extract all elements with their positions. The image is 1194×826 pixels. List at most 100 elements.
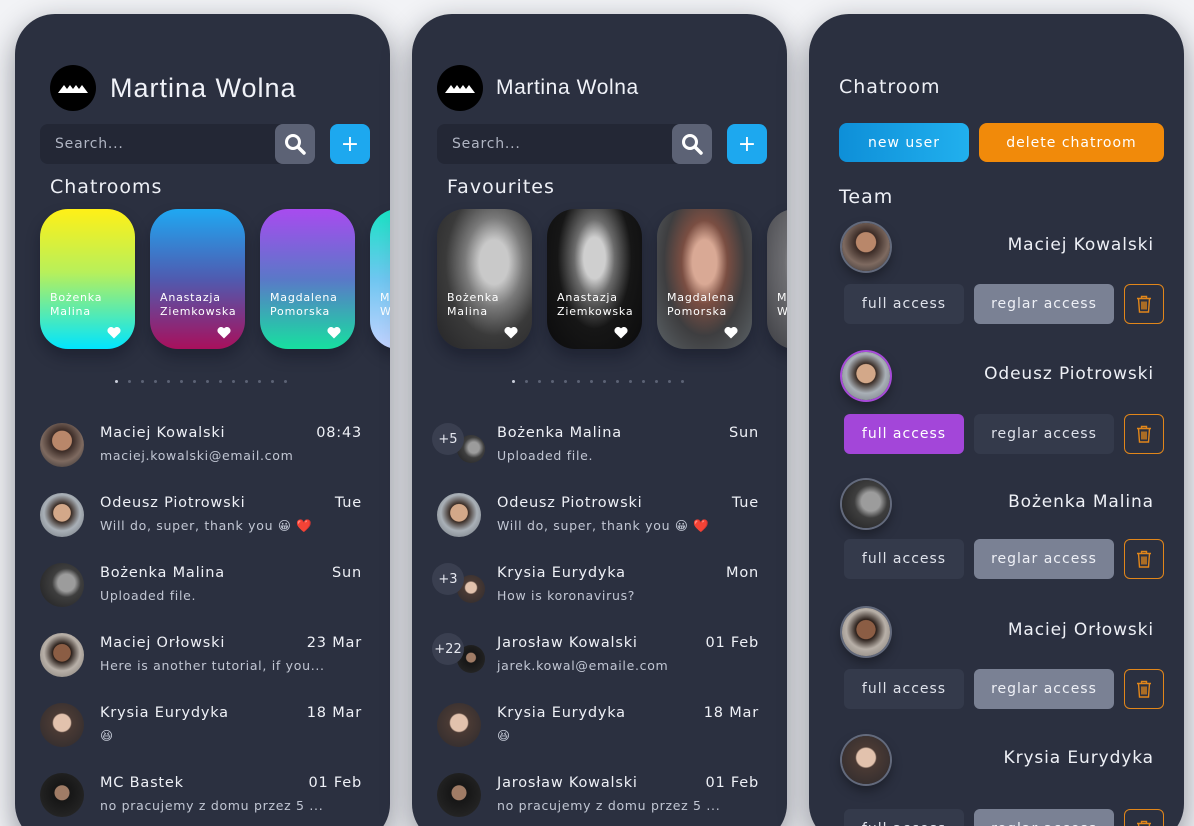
pagination-dot[interactable]: [284, 380, 287, 383]
favourite-card[interactable]: Bożenka Malina: [437, 209, 532, 349]
add-button[interactable]: +: [727, 124, 767, 164]
regular-access-button[interactable]: reglar access: [974, 539, 1114, 579]
chat-time: Sun: [729, 425, 759, 441]
full-access-button[interactable]: full access: [844, 539, 964, 579]
chatroom-card[interactable]: Magdalena Pomorska: [260, 209, 355, 349]
chat-message: Will do, super, thank you 😀 ❤️: [100, 518, 313, 533]
chat-row[interactable]: Odeusz Piotrowski Tue Will do, super, th…: [437, 489, 767, 549]
favourites-carousel: Bożenka Malina Anastazja Ziemkowska Magdal…: [437, 209, 787, 349]
chat-row[interactable]: Bożenka Malina Sun Uploaded file.: [40, 559, 370, 619]
pagination-dot[interactable]: [590, 380, 593, 383]
regular-access-button[interactable]: reglar access: [974, 669, 1114, 709]
search-icon: [285, 134, 306, 155]
panel-title: Chatroom: [839, 76, 941, 98]
avatar: [40, 703, 84, 747]
chat-row[interactable]: +5 Bożenka Malina Sun Uploaded file.: [432, 419, 767, 479]
pagination-dot[interactable]: [564, 380, 567, 383]
brand-logo[interactable]: [437, 65, 483, 111]
favourite-card[interactable]: Anastazja Ziemkowska: [547, 209, 642, 349]
pagination-dot[interactable]: [167, 380, 170, 383]
user-name: Martina Wolna: [496, 76, 639, 99]
heart-icon[interactable]: [724, 326, 738, 339]
search-bar: [437, 124, 712, 164]
chat-row[interactable]: Maciej Kowalski 08:43 maciej.kowalski@em…: [40, 419, 370, 479]
regular-access-button[interactable]: reglar access: [974, 284, 1114, 324]
add-button[interactable]: +: [330, 124, 370, 164]
pagination-dot[interactable]: [525, 380, 528, 383]
chat-name: Odeusz Piotrowski: [100, 495, 246, 511]
chat-row[interactable]: Odeusz Piotrowski Tue Will do, super, th…: [40, 489, 370, 549]
full-access-button[interactable]: full access: [844, 414, 964, 454]
regular-access-button[interactable]: reglar access: [974, 414, 1114, 454]
search-input[interactable]: [437, 124, 662, 164]
pagination-dot[interactable]: [141, 380, 144, 383]
new-user-button[interactable]: new user: [839, 123, 969, 162]
full-access-button[interactable]: full access: [844, 669, 964, 709]
delete-member-button[interactable]: [1124, 284, 1164, 324]
pagination-dot[interactable]: [245, 380, 248, 383]
pagination-dot[interactable]: [642, 380, 645, 383]
pagination-dot[interactable]: [271, 380, 274, 383]
pagination-dot[interactable]: [577, 380, 580, 383]
pagination-dot[interactable]: [629, 380, 632, 383]
chatroom-card[interactable]: Bożenka Malina: [40, 209, 135, 349]
profile-header: Martina Wolna: [437, 65, 639, 111]
pagination-dot[interactable]: [219, 380, 222, 383]
pagination-dot[interactable]: [154, 380, 157, 383]
pagination-dot[interactable]: [681, 380, 684, 383]
search-button[interactable]: [275, 124, 315, 164]
chat-row[interactable]: MC Bastek 01 Feb no pracujemy z domu prz…: [40, 769, 370, 826]
pagination-dot[interactable]: [193, 380, 196, 383]
heart-icon[interactable]: [504, 326, 518, 339]
heart-icon[interactable]: [614, 326, 628, 339]
pagination-dot[interactable]: [538, 380, 541, 383]
pagination-dot[interactable]: [258, 380, 261, 383]
chat-row[interactable]: Jarosław Kowalski 01 Feb no pracujemy z …: [437, 769, 767, 826]
heart-icon[interactable]: [107, 326, 121, 339]
chat-row[interactable]: +3 Krysia Eurydyka Mon How is koronaviru…: [432, 559, 767, 619]
heart-icon[interactable]: [217, 326, 231, 339]
heart-icon[interactable]: [327, 326, 341, 339]
chat-row[interactable]: Krysia Eurydyka 18 Mar 😆: [437, 699, 767, 759]
regular-access-button[interactable]: reglar access: [974, 809, 1114, 826]
favourite-card[interactable]: MW: [767, 209, 787, 349]
brand-logo[interactable]: [50, 65, 96, 111]
pagination-dot[interactable]: [655, 380, 658, 383]
avatar: [842, 223, 890, 271]
card-name-line2: Ziemkowska: [160, 305, 237, 318]
pagination-dot[interactable]: [128, 380, 131, 383]
chatroom-card[interactable]: Anastazja Ziemkowska: [150, 209, 245, 349]
chat-message: maciej.kowalski@email.com: [100, 448, 294, 463]
pagination-dot[interactable]: [616, 380, 619, 383]
full-access-button[interactable]: full access: [844, 284, 964, 324]
chat-message: no pracujemy z domu przez 5 ...: [100, 798, 324, 813]
avatar: [842, 352, 890, 400]
chat-name: Krysia Eurydyka: [497, 705, 626, 721]
delete-member-button[interactable]: [1124, 669, 1164, 709]
delete-member-button[interactable]: [1124, 539, 1164, 579]
chatrooms-panel: Martina Wolna + Chatrooms BożenkaMalina …: [15, 14, 390, 826]
pagination-dot[interactable]: [603, 380, 606, 383]
search-input[interactable]: [40, 124, 265, 164]
pagination-dot[interactable]: [668, 380, 671, 383]
search-button[interactable]: [672, 124, 712, 164]
card-name-line1: Magdalena: [667, 291, 735, 304]
pagination-dot[interactable]: [180, 380, 183, 383]
chat-row[interactable]: Krysia Eurydyka 18 Mar 😆: [40, 699, 370, 759]
pagination-dot[interactable]: [206, 380, 209, 383]
pagination-dot[interactable]: [232, 380, 235, 383]
chatroom-card[interactable]: MW: [370, 209, 390, 349]
pagination-dot[interactable]: [551, 380, 554, 383]
pagination-dot[interactable]: [115, 380, 118, 383]
delete-chatroom-button[interactable]: delete chatroom: [979, 123, 1164, 162]
trash-icon: [1137, 820, 1151, 826]
chat-name: Krysia Eurydyka: [497, 565, 626, 581]
delete-member-button[interactable]: [1124, 809, 1164, 826]
chat-row[interactable]: Maciej Orłowski 23 Mar Here is another t…: [40, 629, 370, 689]
chat-row[interactable]: +22 Jarosław Kowalski 01 Feb jarek.kowal…: [432, 629, 767, 689]
delete-member-button[interactable]: [1124, 414, 1164, 454]
group-count-badge: +22: [432, 633, 464, 665]
favourite-card[interactable]: Magdalena Pomorska: [657, 209, 752, 349]
pagination-dot[interactable]: [512, 380, 515, 383]
full-access-button[interactable]: full access: [844, 809, 964, 826]
